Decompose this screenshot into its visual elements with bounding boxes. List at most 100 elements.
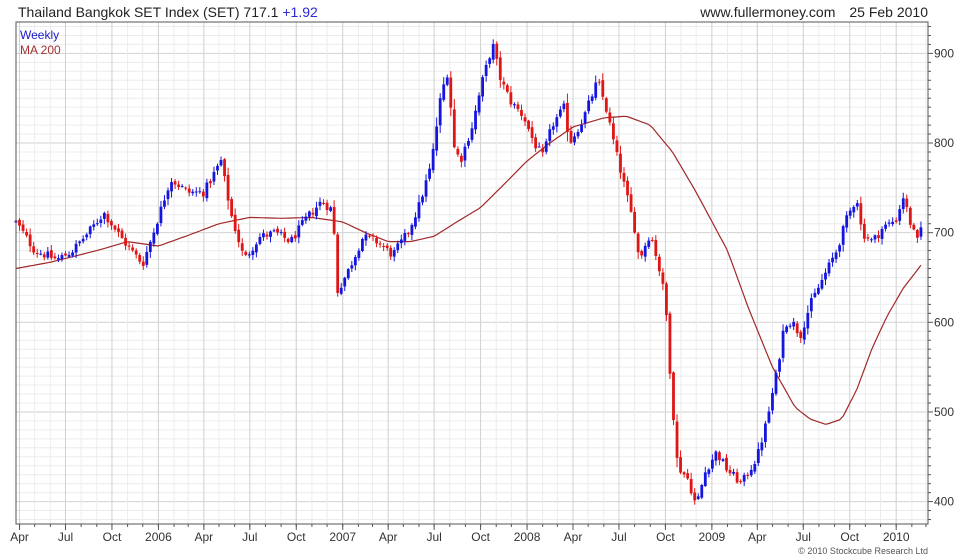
candle-body-down xyxy=(141,261,145,266)
plot-background xyxy=(16,22,928,524)
candle-body-up xyxy=(350,265,354,269)
candle-body-up xyxy=(71,252,74,256)
candle-body-up xyxy=(431,148,435,171)
candle-body-down xyxy=(746,474,750,476)
candle-body-up xyxy=(343,277,347,287)
candle-body-down xyxy=(113,225,117,230)
candle-body-down xyxy=(629,194,633,212)
candle-body-down xyxy=(640,250,644,256)
x-tick-label: 2006 xyxy=(145,530,172,544)
candle-body-up xyxy=(463,146,467,161)
candle-body-up xyxy=(85,234,89,238)
candle-body-up xyxy=(855,203,859,207)
candle-body-down xyxy=(375,238,378,244)
candle-body-up xyxy=(710,459,714,469)
x-tick-label: Jul xyxy=(242,530,257,544)
candle-body-down xyxy=(530,127,534,138)
candle-body-down xyxy=(452,109,456,148)
candle-body-up xyxy=(760,442,764,451)
candle-body-down xyxy=(619,153,622,173)
candle-body-down xyxy=(120,230,124,238)
candle-body-down xyxy=(650,239,654,241)
candle-body-down xyxy=(177,184,181,187)
candle-body-down xyxy=(244,251,248,255)
candle-body-down xyxy=(672,372,675,421)
candle-body-up xyxy=(813,292,817,298)
candle-body-down xyxy=(633,211,637,233)
candle-body-down xyxy=(915,230,919,238)
candle-body-up xyxy=(767,411,771,423)
candle-body-down xyxy=(368,235,371,237)
candle-body-up xyxy=(831,257,834,263)
candle-body-down xyxy=(293,235,297,239)
candle-body-up xyxy=(919,227,923,237)
candle-body-up xyxy=(148,241,152,252)
candle-body-down xyxy=(693,492,697,501)
candle-body-up xyxy=(488,58,492,64)
candle-body-down xyxy=(127,245,131,247)
candle-body-up xyxy=(852,207,856,213)
candle-body-up xyxy=(163,200,166,207)
candle-body-down xyxy=(894,220,898,222)
x-tick-label: Oct xyxy=(656,530,675,544)
candle-body-up xyxy=(834,252,838,259)
candle-body-up xyxy=(145,251,149,265)
candle-body-up xyxy=(399,239,403,244)
candle-body-up xyxy=(749,469,753,476)
candle-body-up xyxy=(558,109,562,117)
candle-body-down xyxy=(566,102,569,132)
candle-body-down xyxy=(382,246,386,248)
candle-body-up xyxy=(74,243,78,253)
candle-body-up xyxy=(562,103,566,110)
candle-body-down xyxy=(718,452,721,461)
candle-body-up xyxy=(442,84,446,100)
candle-body-down xyxy=(689,479,693,494)
price-chart: 400 500 600 700 800 900 Apr Jul Oct 2006 Apr Jul Oc… xyxy=(10,21,954,544)
candle-body-down xyxy=(799,331,803,338)
candle-body-down xyxy=(597,81,601,83)
legend-ma200: MA 200 xyxy=(20,43,61,57)
candle-body-down xyxy=(223,159,226,177)
candle-body-up xyxy=(269,231,272,237)
candle-body-down xyxy=(516,104,520,110)
candle-body-down xyxy=(230,199,234,217)
candle-body-up xyxy=(315,207,318,217)
candle-body-up xyxy=(159,206,163,224)
x-tick-label: Jul xyxy=(58,530,73,544)
candle-body-up xyxy=(194,191,198,193)
candle-body-up xyxy=(251,250,255,255)
candle-body-up xyxy=(537,146,541,148)
candle-body-down xyxy=(622,172,626,182)
candle-body-up xyxy=(279,231,283,233)
candle-body-down xyxy=(42,254,46,258)
candle-body-down xyxy=(18,219,21,226)
candle-body-up xyxy=(155,223,159,234)
candle-body-down xyxy=(456,148,460,155)
candle-body-down xyxy=(286,238,290,243)
candle-body-down xyxy=(541,147,545,153)
candle-body-up xyxy=(841,226,845,245)
candle-body-down xyxy=(406,233,410,235)
candle-body-down xyxy=(795,323,799,334)
candle-body-up xyxy=(445,77,449,85)
candle-body-up xyxy=(880,228,884,239)
y-tick-label: 900 xyxy=(934,46,954,60)
candle-body-down xyxy=(636,233,640,253)
candle-body-down xyxy=(675,421,679,458)
candle-body-up xyxy=(474,110,477,130)
candle-body-up xyxy=(198,191,202,193)
copyright: © 2010 Stockcube Research Ltd xyxy=(798,546,928,556)
y-tick-label: 600 xyxy=(934,315,954,329)
candle-body-up xyxy=(46,251,50,258)
candle-body-up xyxy=(587,100,591,112)
candle-body-down xyxy=(201,191,205,197)
y-tick-label: 800 xyxy=(934,136,954,150)
candle-body-up xyxy=(778,359,781,372)
x-tick-label: Jul xyxy=(796,530,811,544)
candle-body-up xyxy=(700,485,704,498)
candle-body-down xyxy=(862,223,866,239)
x-tick-label: Oct xyxy=(471,530,490,544)
candle-body-down xyxy=(325,202,329,211)
candle-body-up xyxy=(67,254,71,257)
candle-body-up xyxy=(470,128,474,140)
